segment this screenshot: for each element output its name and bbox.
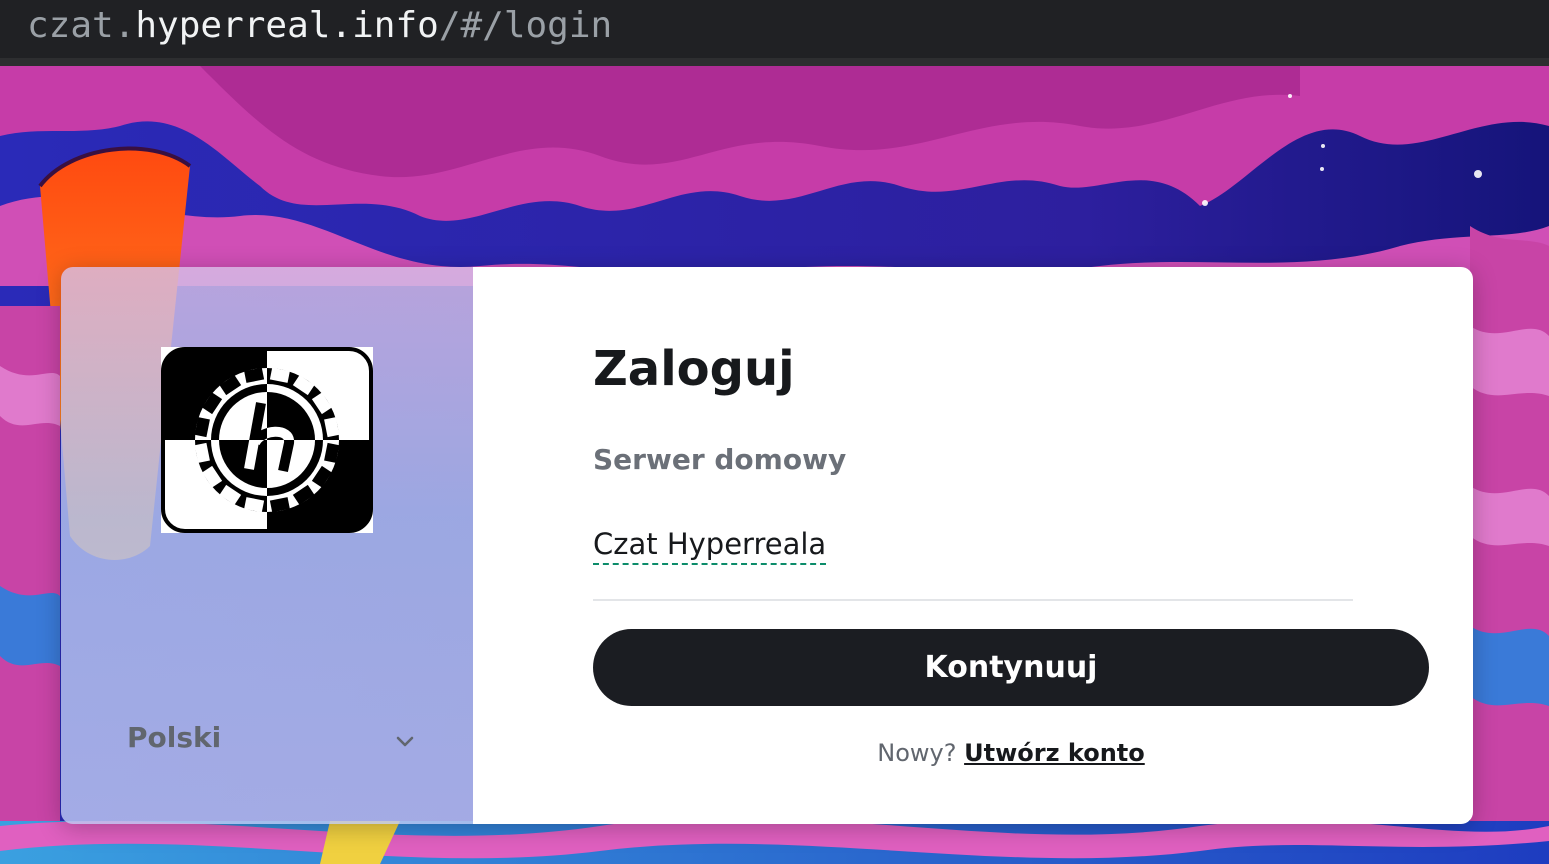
homeserver-label: Serwer domowy: [593, 443, 847, 476]
login-form: Zaloguj Serwer domowy Czat Hyperreala Ko…: [473, 267, 1473, 824]
language-label: Polski: [127, 721, 222, 754]
language-selector[interactable]: Polski: [127, 719, 417, 763]
signup-prompt: Nowy? Utwórz konto: [473, 739, 1473, 767]
hyperreal-logo-icon: [161, 347, 373, 533]
chevron-down-icon: [393, 729, 417, 753]
browser-url-bar[interactable]: czat.hyperreal.info/#/login: [0, 0, 1549, 66]
page-title: Zaloguj: [593, 341, 795, 397]
create-account-link[interactable]: Utwórz konto: [964, 739, 1145, 767]
login-panel: Polski Zaloguj Serwer domowy Czat Hyperr…: [61, 267, 1473, 824]
branding-sidebar: Polski: [61, 267, 473, 824]
url-text[interactable]: czat.hyperreal.info/#/login: [27, 2, 612, 50]
homeserver-value[interactable]: Czat Hyperreala: [593, 527, 827, 565]
divider: [593, 599, 1353, 601]
signup-prefix: Nowy?: [877, 739, 957, 767]
continue-button[interactable]: Kontynuuj: [593, 629, 1429, 706]
